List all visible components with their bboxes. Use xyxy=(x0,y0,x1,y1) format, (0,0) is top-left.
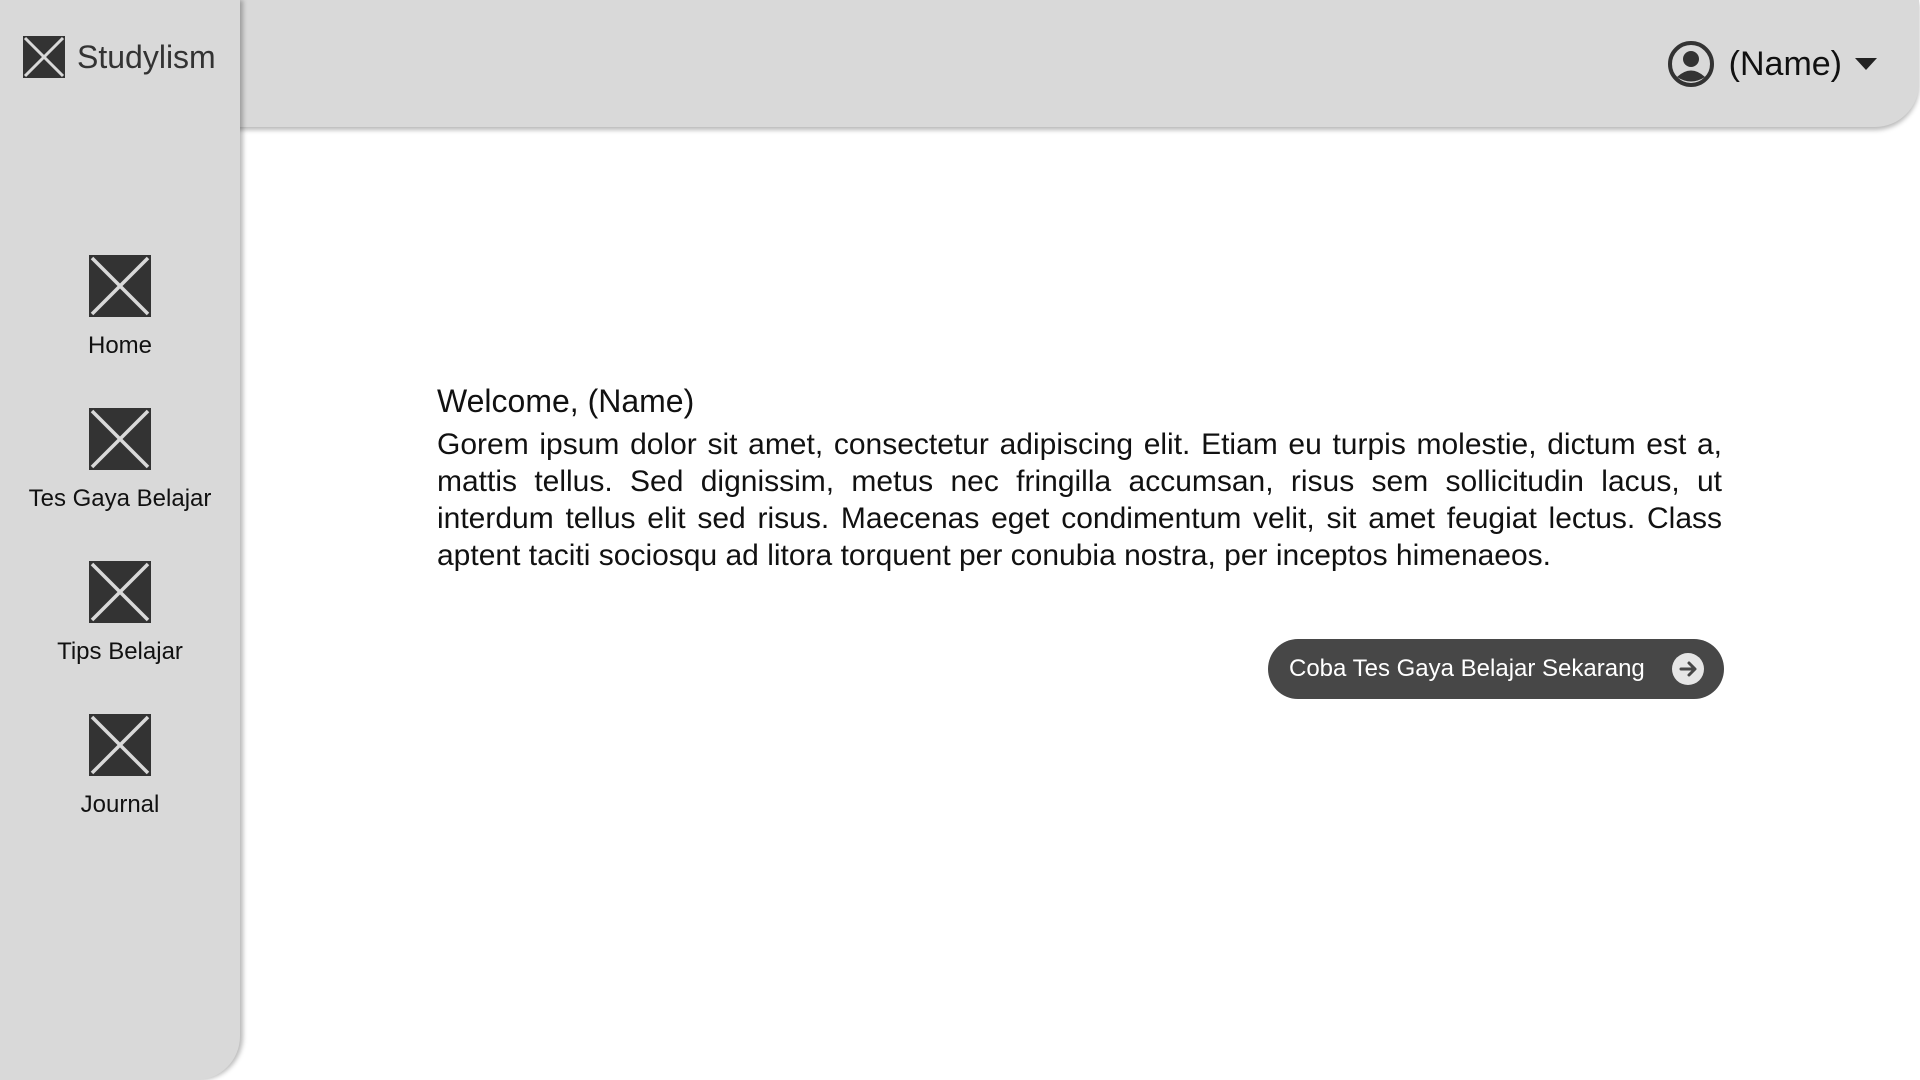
image-placeholder-icon xyxy=(89,714,151,776)
main-content: Welcome, (Name) Gorem ipsum dolor sit am… xyxy=(437,378,1722,574)
user-name: (Name) xyxy=(1728,45,1842,83)
image-placeholder-icon xyxy=(89,561,151,623)
caret-down-icon xyxy=(1854,57,1878,71)
top-header-bar xyxy=(0,0,1919,127)
sidebar-item-label: Tips Belajar xyxy=(57,638,183,665)
user-circle-icon xyxy=(1667,40,1715,88)
image-placeholder-icon xyxy=(23,36,65,78)
sidebar-item-label: Home xyxy=(87,332,153,359)
image-placeholder-icon xyxy=(89,255,151,317)
brand-logo-link[interactable]: Studylism xyxy=(23,35,216,79)
sidebar-item-home[interactable]: Home xyxy=(0,255,240,408)
start-learning-style-test-button[interactable]: Coba Tes Gaya Belajar Sekarang xyxy=(1268,639,1724,699)
sidebar: Studylism Home Tes Gaya Belajar Tips Bel… xyxy=(0,0,240,1080)
sidebar-item-tes-gaya-belajar[interactable]: Tes Gaya Belajar xyxy=(0,408,240,561)
sidebar-item-label: Journal xyxy=(80,791,160,818)
image-placeholder-icon xyxy=(89,408,151,470)
sidebar-item-label: Tes Gaya Belajar xyxy=(28,485,212,512)
sidebar-nav: Home Tes Gaya Belajar Tips Belajar Journ… xyxy=(0,255,240,867)
arrow-right-circle-icon xyxy=(1672,653,1704,685)
user-menu-dropdown[interactable]: (Name) xyxy=(1667,39,1878,89)
brand-name: Studylism xyxy=(77,39,216,75)
intro-paragraph: Gorem ipsum dolor sit amet, consectetur … xyxy=(437,428,1722,572)
sidebar-item-journal[interactable]: Journal xyxy=(0,714,240,867)
welcome-heading: Welcome, (Name) xyxy=(437,383,695,419)
cta-button-label: Coba Tes Gaya Belajar Sekarang xyxy=(1289,655,1645,682)
sidebar-item-tips-belajar[interactable]: Tips Belajar xyxy=(0,561,240,714)
